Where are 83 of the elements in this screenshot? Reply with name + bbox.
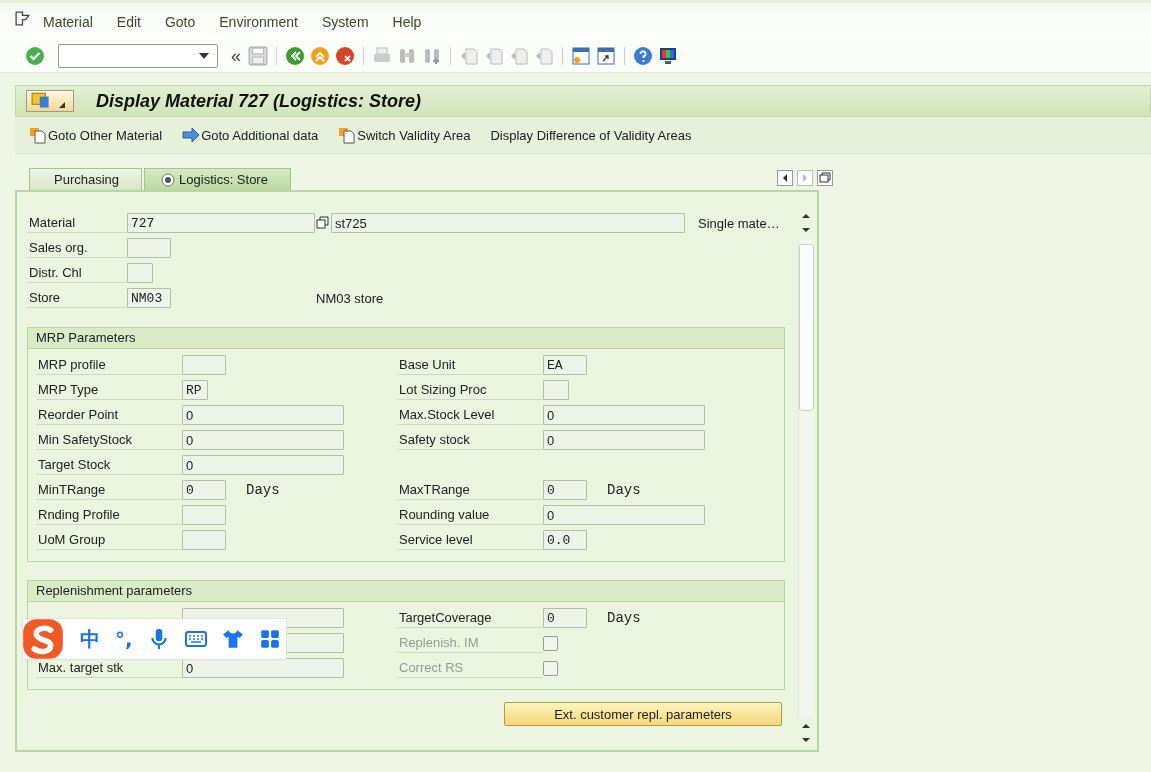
find-next-icon [422, 46, 442, 66]
field-label: Replenish. IM [397, 633, 543, 653]
input-field[interactable]: 0 [182, 405, 344, 425]
shirt-icon[interactable] [221, 628, 244, 650]
command-field[interactable] [58, 44, 218, 68]
arrow-icon [182, 126, 201, 144]
input-field[interactable]: EA [543, 355, 587, 375]
input-field[interactable]: 0.0 [543, 530, 587, 550]
input-field[interactable]: 0 [543, 480, 587, 500]
page-icon [509, 46, 529, 66]
toolbar-button[interactable]: Goto Additional data [178, 123, 323, 147]
toolbar-button[interactable]: Goto Other Material [25, 123, 167, 147]
input-field[interactable]: 0 [543, 405, 705, 425]
apps-icon[interactable] [258, 628, 281, 650]
unit-text: Days [246, 482, 280, 498]
document-icon [338, 126, 357, 144]
scroll-up-icon[interactable] [801, 212, 811, 220]
ext-parameters-button[interactable]: Ext. customer repl. parameters [504, 702, 782, 726]
store-description: NM03 store [316, 290, 384, 306]
input-field[interactable] [127, 263, 153, 283]
input-field[interactable]: RP [182, 380, 208, 400]
input-field[interactable]: 0 [182, 480, 226, 500]
page-icon [484, 46, 504, 66]
input-field[interactable] [127, 238, 171, 258]
scroll-left-icon[interactable] [777, 170, 793, 186]
menu-item[interactable]: Edit [116, 13, 141, 30]
input-field[interactable] [543, 380, 569, 400]
page-icon [534, 46, 554, 66]
tab[interactable]: Logistics: Store [144, 168, 291, 190]
menu-item[interactable]: Goto [164, 13, 196, 30]
caret-icon [59, 102, 65, 108]
group-title: MRP Parameters [28, 328, 784, 349]
document-icon [29, 126, 47, 144]
menu-item[interactable]: Environment [219, 13, 298, 30]
menu-item[interactable]: Help [392, 13, 422, 30]
scroll-down-icon[interactable] [801, 226, 811, 234]
radio-icon [161, 172, 176, 187]
menu-icon[interactable] [14, 11, 31, 26]
shortcut-icon[interactable] [596, 46, 616, 66]
cancel-icon[interactable] [335, 46, 355, 66]
ime-logo-icon[interactable] [21, 617, 65, 661]
tab-list-icon[interactable] [817, 170, 833, 186]
scroll-up-icon[interactable] [801, 722, 811, 730]
input-field[interactable]: 0 [543, 505, 705, 525]
check-icon[interactable] [25, 46, 45, 66]
vertical-scrollbar[interactable] [798, 212, 814, 744]
screen-title: Display Material 727 (Logistics: Store) [96, 90, 422, 112]
input-field[interactable] [182, 355, 226, 375]
monitor-icon[interactable] [658, 46, 678, 66]
material-type-text: Single mate… [698, 215, 780, 231]
menu-item[interactable]: System [321, 13, 369, 30]
input-field[interactable]: 0 [543, 430, 705, 450]
new-window-icon[interactable] [571, 46, 591, 66]
page-icon [459, 46, 479, 66]
field-label: Correct RS [397, 658, 543, 678]
help-icon[interactable] [633, 46, 653, 66]
description-field[interactable]: st725 [331, 213, 685, 233]
unit-text: Days [607, 610, 641, 626]
collapse-button[interactable]: « [231, 45, 241, 67]
menu-button[interactable] [26, 90, 74, 112]
input-field[interactable]: 0 [182, 658, 344, 678]
save-icon [248, 46, 268, 66]
keyboard-icon[interactable] [184, 628, 207, 650]
tab[interactable]: Purchasing [29, 168, 143, 190]
dropdown-icon[interactable] [199, 53, 209, 59]
input-field[interactable]: 0 [543, 608, 587, 628]
language-toggle[interactable]: 中 [80, 625, 100, 653]
input-field[interactable] [182, 530, 226, 550]
input-field[interactable]: 0 [182, 455, 344, 475]
scroll-down-icon[interactable] [801, 736, 811, 744]
input-field[interactable] [182, 505, 226, 525]
menu-item[interactable]: Material [43, 13, 93, 30]
material-field[interactable]: 727 [127, 213, 315, 233]
group-title: Replenishment parameters [28, 581, 784, 602]
find-icon [397, 46, 417, 66]
input-field[interactable]: 0 [182, 430, 344, 450]
back-icon[interactable] [285, 46, 305, 66]
unit-text: Days [607, 482, 641, 498]
toolbar-button[interactable]: Display Difference of Validity Areas [486, 124, 696, 146]
punctuation-toggle[interactable]: °, [115, 627, 133, 651]
input-field[interactable]: NM03 [127, 288, 171, 308]
copy-icon[interactable] [316, 216, 330, 230]
toolbar-button[interactable]: Switch Validity Area [334, 123, 475, 147]
